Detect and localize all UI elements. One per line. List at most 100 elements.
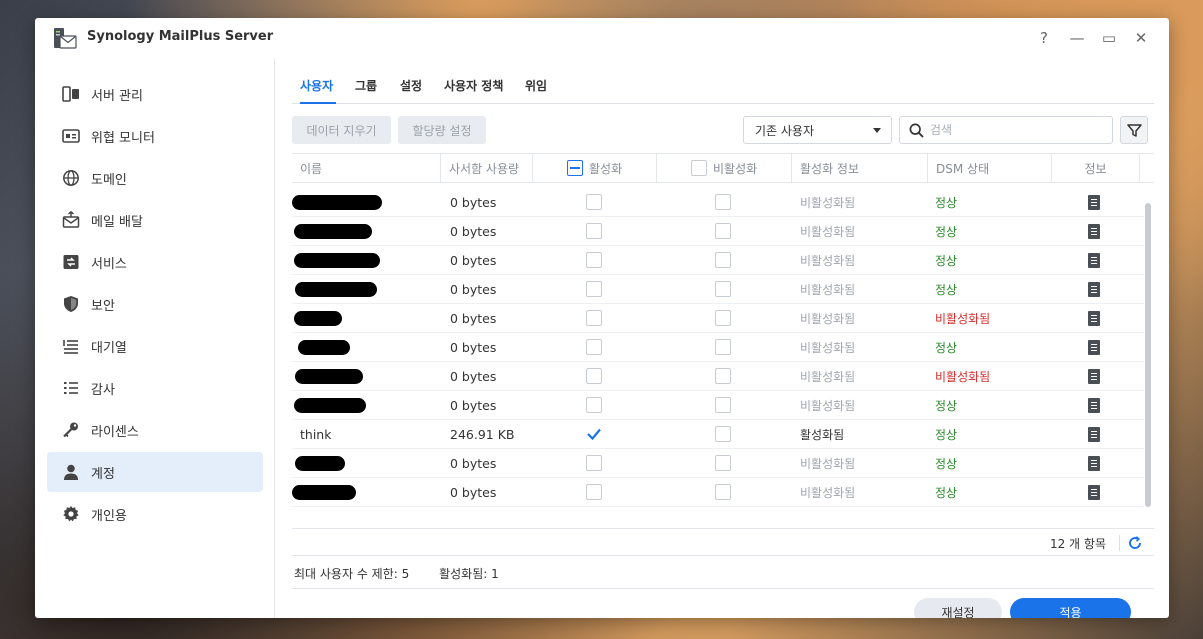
sidebar-item-threat-monitor[interactable]: 위협 모니터: [47, 116, 263, 156]
filter-button[interactable]: [1120, 116, 1148, 144]
disable-checkbox[interactable]: [715, 339, 731, 355]
column-header-mailbox-usage[interactable]: 사서함 사용량: [441, 154, 533, 182]
redacted-name: [294, 397, 366, 413]
info-document-icon[interactable]: [1088, 252, 1100, 268]
sidebar-item-audit[interactable]: 감사: [47, 368, 263, 408]
info-document-icon[interactable]: [1088, 194, 1100, 210]
disable-checkbox[interactable]: [715, 223, 731, 239]
sidebar-item-label: 대기열: [91, 340, 127, 356]
enable-checkbox[interactable]: [586, 194, 602, 210]
search-input[interactable]: [930, 123, 1100, 137]
enable-checkbox[interactable]: [586, 252, 602, 268]
table-row[interactable]: 0 bytes 비활성화됨 정상: [292, 217, 1144, 246]
dsm-status-cell: 비활성화됨: [935, 311, 991, 326]
disable-checkbox[interactable]: [715, 281, 731, 297]
minimize-button[interactable]: —: [1066, 27, 1088, 49]
search-box[interactable]: [899, 116, 1113, 144]
table-row[interactable]: 0 bytes 비활성화됨 비활성화됨: [292, 304, 1144, 333]
disable-checkbox[interactable]: [715, 194, 731, 210]
disable-checkbox[interactable]: [715, 426, 731, 442]
quota-settings-button[interactable]: 할당량 설정: [398, 116, 486, 144]
user-name-cell: [292, 333, 441, 361]
info-document-icon[interactable]: [1088, 397, 1100, 413]
enable-all-checkbox[interactable]: [567, 160, 583, 176]
column-header-name[interactable]: 이름: [292, 154, 441, 182]
sidebar-item-domain[interactable]: 도메인: [47, 158, 263, 198]
sidebar-item-account[interactable]: 계정: [47, 452, 263, 492]
service-icon: [61, 252, 81, 272]
sidebar-item-license[interactable]: 라이센스: [47, 410, 263, 450]
sidebar-item-security[interactable]: 보안: [47, 284, 263, 324]
user-name-cell: [292, 188, 441, 216]
sidebar-item-queue[interactable]: 대기열: [47, 326, 263, 366]
column-header-enable[interactable]: 활성화: [533, 154, 657, 182]
table-row[interactable]: 0 bytes 비활성화됨 정상: [292, 246, 1144, 275]
enable-checkbox[interactable]: [586, 397, 602, 413]
disable-checkbox[interactable]: [715, 310, 731, 326]
queue-icon: [61, 336, 81, 356]
table-row[interactable]: 0 bytes 비활성화됨 정상: [292, 188, 1144, 217]
disable-checkbox[interactable]: [715, 252, 731, 268]
active-tab-indicator: [300, 102, 336, 104]
user-filter-select[interactable]: 기존 사용자: [743, 116, 892, 144]
mail-delivery-icon: [61, 210, 81, 230]
refresh-icon[interactable]: [1126, 534, 1144, 552]
table-row[interactable]: 0 bytes 비활성화됨 정상: [292, 449, 1144, 478]
app-title: Synology MailPlus Server: [87, 29, 274, 44]
enable-checkbox[interactable]: [586, 484, 602, 500]
info-document-icon[interactable]: [1088, 484, 1100, 500]
tab-bar: 사용자 그룹 설정 사용자 정책 위임: [292, 58, 1154, 104]
info-document-icon[interactable]: [1088, 310, 1100, 326]
sidebar-item-label: 위협 모니터: [91, 130, 155, 146]
table-row[interactable]: 0 bytes 비활성화됨 비활성화됨: [292, 362, 1144, 391]
disable-checkbox[interactable]: [715, 368, 731, 384]
disable-checkbox[interactable]: [715, 397, 731, 413]
clear-data-button[interactable]: 데이터 지우기: [292, 116, 391, 144]
column-header-info[interactable]: 정보: [1052, 154, 1140, 182]
info-document-icon[interactable]: [1088, 223, 1100, 239]
tab-delegation[interactable]: 위임: [525, 77, 547, 94]
disable-all-checkbox[interactable]: [691, 160, 707, 176]
sidebar-item-server-management[interactable]: 서버 관리: [47, 74, 263, 114]
tab-user-policy[interactable]: 사용자 정책: [444, 77, 503, 94]
table-row[interactable]: 0 bytes 비활성화됨 정상: [292, 333, 1144, 362]
info-document-icon[interactable]: [1088, 281, 1100, 297]
sidebar-item-mail-delivery[interactable]: 메일 배달: [47, 200, 263, 240]
disable-checkbox[interactable]: [715, 484, 731, 500]
audit-icon: [61, 378, 81, 398]
enable-checkbox[interactable]: [586, 426, 602, 442]
info-document-icon[interactable]: [1088, 455, 1100, 471]
table-row[interactable]: 0 bytes 비활성화됨 정상: [292, 391, 1144, 420]
dsm-status-cell: 정상: [935, 456, 958, 471]
table-scrollbar[interactable]: [1145, 203, 1151, 507]
tab-users[interactable]: 사용자: [300, 77, 333, 94]
enable-checkbox[interactable]: [586, 310, 602, 326]
table-row[interactable]: 0 bytes 비활성화됨 정상: [292, 478, 1144, 507]
user-name-cell: [292, 478, 441, 506]
info-document-icon[interactable]: [1088, 426, 1100, 442]
sidebar-item-personal[interactable]: 개인용: [47, 494, 263, 534]
reset-button[interactable]: 재설정: [914, 598, 1002, 618]
info-document-icon[interactable]: [1088, 339, 1100, 355]
info-document-icon[interactable]: [1088, 368, 1100, 384]
disable-checkbox[interactable]: [715, 455, 731, 471]
help-button[interactable]: ?: [1033, 27, 1055, 49]
column-header-activation-info[interactable]: 활성화 정보: [792, 154, 928, 182]
apply-button[interactable]: 적용: [1010, 598, 1131, 618]
column-header-disable[interactable]: 비활성화: [657, 154, 792, 182]
maximize-button[interactable]: ▭: [1098, 27, 1120, 49]
enable-checkbox[interactable]: [586, 339, 602, 355]
tab-groups[interactable]: 그룹: [355, 77, 377, 94]
sidebar-item-service[interactable]: 서비스: [47, 242, 263, 282]
tab-settings[interactable]: 설정: [400, 77, 422, 94]
enable-checkbox[interactable]: [586, 455, 602, 471]
enable-checkbox[interactable]: [586, 281, 602, 297]
column-header-dsm-status[interactable]: DSM 상태: [928, 154, 1052, 182]
redacted-name: [292, 194, 382, 210]
close-button[interactable]: ✕: [1130, 27, 1152, 49]
enable-checkbox[interactable]: [586, 223, 602, 239]
table-row[interactable]: think 246.91 KB 활성화됨 정상: [292, 420, 1144, 449]
checkmark-icon: [587, 428, 601, 441]
enable-checkbox[interactable]: [586, 368, 602, 384]
table-row[interactable]: 0 bytes 비활성화됨 정상: [292, 275, 1144, 304]
